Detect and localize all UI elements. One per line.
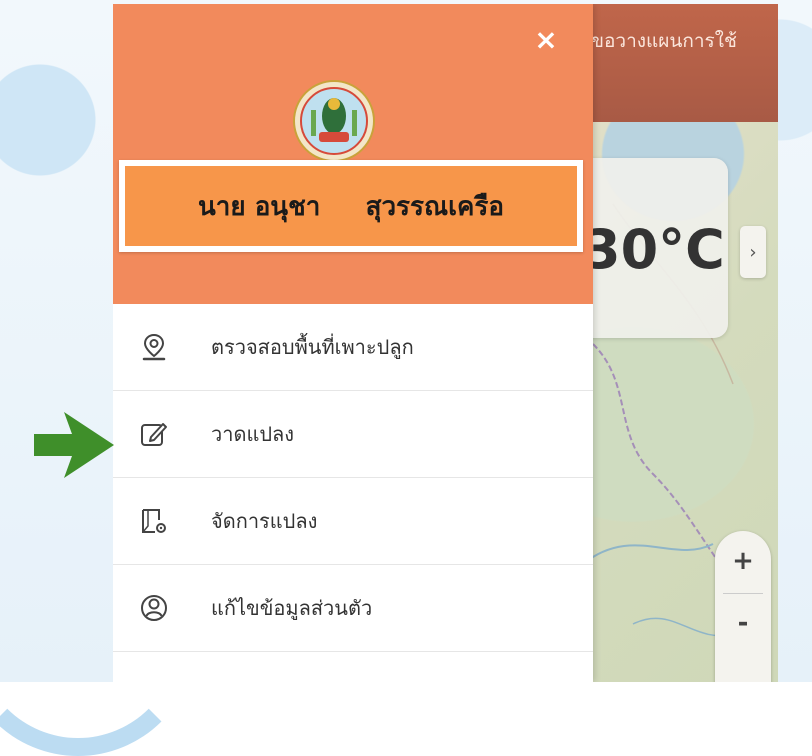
menu-item-label: จัดการแปลง	[211, 509, 318, 533]
close-icon: ×	[534, 22, 558, 56]
side-drawer: × นาย อนุชา สุวรรณเครือ ตรวจสอบพื้นที่เพ…	[113, 4, 593, 682]
menu-item-partial[interactable]	[113, 652, 593, 682]
next-card-button[interactable]: ›	[740, 226, 766, 278]
menu-item-label: แก้ไขข้อมูลส่วนตัว	[211, 596, 373, 620]
drawer-menu: ตรวจสอบพื้นที่เพาะปลูก วาดแปลง จัดการแปล…	[113, 304, 593, 682]
edit-icon	[141, 423, 167, 446]
menu-item-label: วาดแปลง	[211, 422, 295, 446]
zoom-in-button[interactable]: +	[715, 531, 771, 591]
menu-item-edit-profile[interactable]: แก้ไขข้อมูลส่วนตัว	[113, 565, 593, 652]
drawer-header: × นาย อนุชา สุวรรณเครือ	[113, 4, 593, 304]
menu-item-manage-plots[interactable]: จัดการแปลง	[113, 478, 593, 565]
plus-icon: +	[732, 546, 754, 576]
user-name: นาย อนุชา สุวรรณเครือ	[198, 191, 504, 222]
plot-settings-icon	[142, 509, 166, 533]
chevron-right-icon: ›	[749, 241, 757, 263]
menu-item-label: ตรวจสอบพื้นที่เพาะปลูก	[211, 335, 414, 359]
menu-item-check-planting-area[interactable]: ตรวจสอบพื้นที่เพาะปลูก	[113, 304, 593, 391]
zoom-out-button[interactable]: -	[715, 593, 771, 653]
minus-icon: -	[737, 608, 749, 638]
user-profile-icon	[141, 595, 167, 621]
app-screen: ขอวางแผนการใช้ 30°C › + - × นาย อนุชา สุ…	[113, 4, 778, 682]
temperature-value: 30°C	[583, 218, 725, 281]
annotation-arrow-icon	[34, 412, 114, 478]
close-drawer-button[interactable]: ×	[531, 22, 561, 56]
menu-item-draw-plot[interactable]: วาดแปลง	[113, 391, 593, 478]
location-pin-icon	[142, 333, 166, 361]
user-name-box: นาย อนุชา สุวรรณเครือ	[119, 160, 583, 252]
department-logo-icon	[293, 80, 375, 162]
map-header-title: ขอวางแผนการใช้	[591, 30, 737, 52]
user-name-highlight: นาย อนุชา สุวรรณเครือ	[125, 166, 577, 246]
zoom-control: + -	[715, 531, 771, 682]
